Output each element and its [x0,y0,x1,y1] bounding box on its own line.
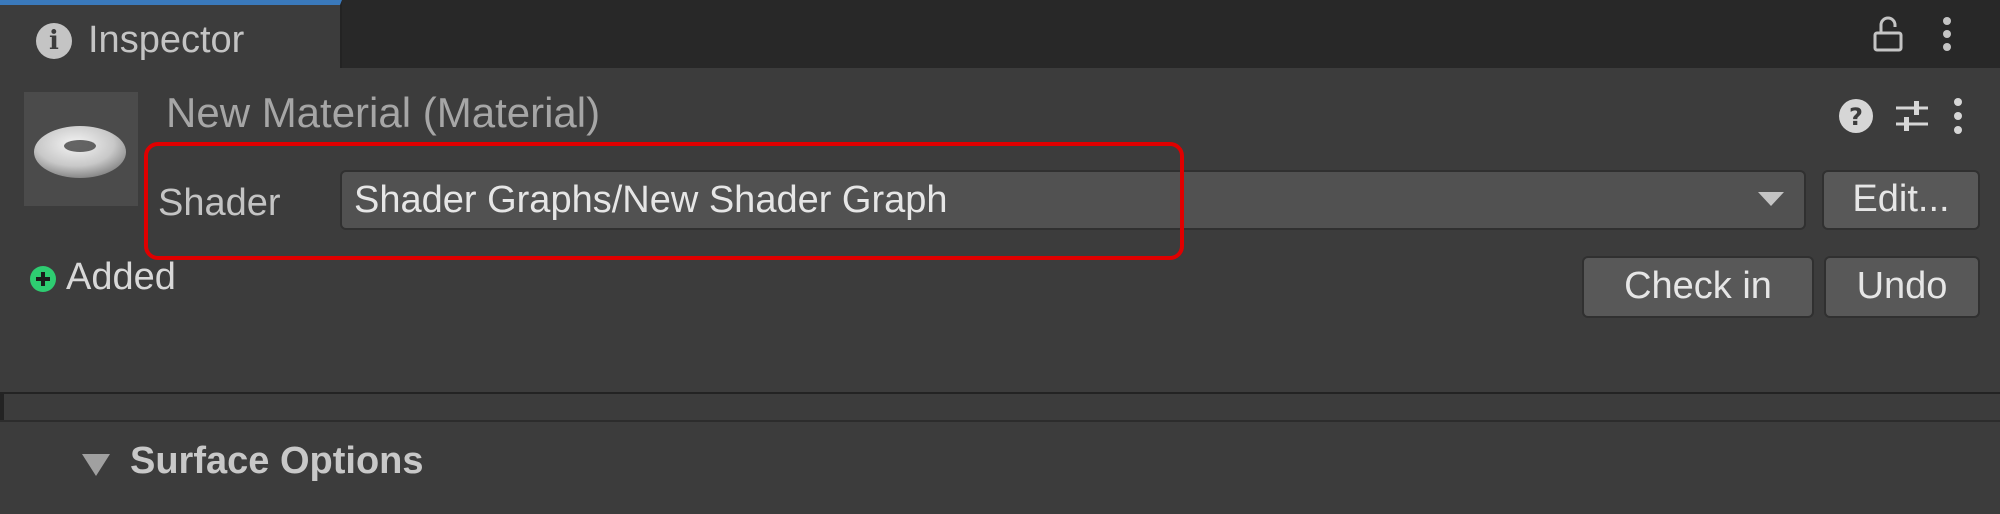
shader-dropdown-value: Shader Graphs/New Shader Graph [354,179,948,221]
help-icon[interactable]: ? [1836,96,1876,136]
material-header: New Material (Material) ? Shader Shader … [0,68,2000,392]
material-preview-thumbnail[interactable] [24,92,138,206]
check-in-button[interactable]: Check in [1582,256,1814,318]
shader-dropdown[interactable]: Shader Graphs/New Shader Graph [340,170,1806,230]
torus-preview-icon [34,126,126,178]
divider [0,392,2000,394]
status-text: Added [66,256,176,298]
foldout-arrow-icon[interactable] [82,454,110,476]
undo-button[interactable]: Undo [1824,256,1980,318]
inspector-panel: New Material (Material) ? Shader Shader … [0,68,2000,514]
tab-inspector-label: Inspector [88,19,245,61]
edit-shader-button[interactable]: Edit... [1822,170,1980,230]
inspector-tabbar: i Inspector [0,0,2000,68]
chevron-down-icon [1758,192,1784,206]
material-title: New Material (Material) [166,89,601,136]
lock-icon[interactable] [1872,16,1904,52]
info-icon: i [36,23,72,59]
tab-inspector[interactable]: i Inspector [0,0,342,68]
section-title: Surface Options [130,440,424,482]
more-icon[interactable] [1946,96,1970,136]
svg-text:?: ? [1849,103,1863,131]
shader-label: Shader [158,182,281,224]
surface-options-foldout[interactable]: Surface Options [0,422,2000,514]
added-icon [30,266,56,292]
presets-icon[interactable] [1892,96,1932,136]
tab-menu-icon[interactable] [1932,14,1962,54]
